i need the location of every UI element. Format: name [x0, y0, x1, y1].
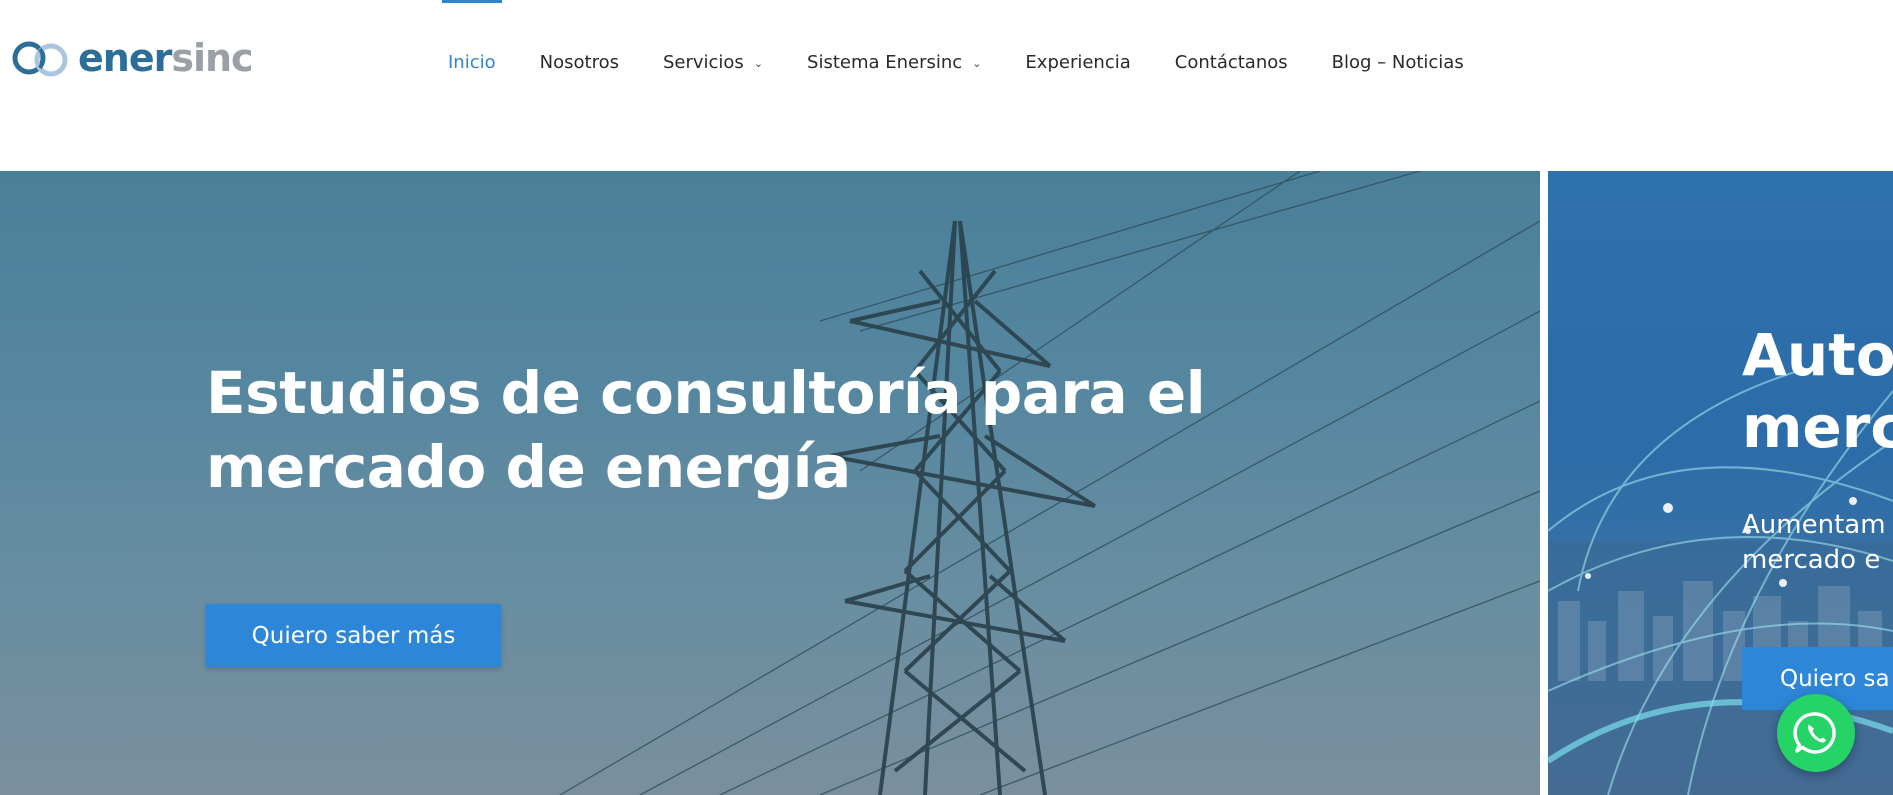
next-slide-subtitle: Aumentam mercado e	[1742, 510, 1886, 575]
hero-slide-next: Auto merc Aumentam mercado e Quiero sa	[1548, 171, 1893, 795]
nav-item-label: Sistema Enersinc	[807, 52, 963, 73]
chevron-down-icon: ⌄	[972, 57, 982, 70]
nav-item-label: Servicios	[662, 52, 744, 73]
nav-item-contactanos[interactable]: Contáctanos	[1175, 0, 1288, 125]
brand-name-part2: sinc	[171, 36, 253, 80]
hero-slide-current: Estudios de consultoría para el mercado …	[0, 171, 1540, 795]
quiero-saber-mas-button[interactable]: Quiero saber más	[206, 604, 501, 667]
nav-item-label: Contáctanos	[1174, 52, 1288, 73]
brand-name-part1: ener	[78, 36, 172, 80]
nav-item-label: Inicio	[448, 52, 496, 73]
nav-item-nosotros[interactable]: Nosotros	[540, 0, 619, 125]
brand-name: ener sinc	[78, 36, 254, 80]
hero-title: Estudios de consultoría para el mercado …	[206, 359, 1206, 501]
nav-item-sistema-enersinc[interactable]: Sistema Enersinc ⌄	[807, 0, 981, 125]
nav-item-label: Blog – Noticias	[1331, 52, 1464, 73]
chevron-down-icon: ⌄	[753, 57, 764, 70]
infinity-icon	[12, 41, 68, 77]
nav-item-label: Nosotros	[539, 52, 619, 73]
site-header: ener sinc Inicio Nosotros Servicios ⌄ Sis…	[0, 0, 1893, 171]
nav-item-servicios[interactable]: Servicios ⌄	[663, 0, 763, 125]
whatsapp-button[interactable]	[1777, 694, 1855, 772]
nav-item-label: Experiencia	[1025, 52, 1131, 73]
next-slide-title: Auto merc	[1742, 321, 1893, 461]
nav-item-experiencia[interactable]: Experiencia	[1025, 0, 1130, 125]
main-navigation: Inicio Nosotros Servicios ⌄ Sistema Ener…	[442, 0, 1508, 125]
hero-slider[interactable]: Estudios de consultoría para el mercado …	[0, 171, 1893, 795]
nav-item-blog-noticias[interactable]: Blog – Noticias	[1332, 0, 1464, 125]
whatsapp-icon	[1793, 712, 1836, 754]
brand-logo[interactable]: ener sinc	[10, 36, 254, 80]
nav-item-inicio[interactable]: Inicio	[442, 0, 502, 125]
